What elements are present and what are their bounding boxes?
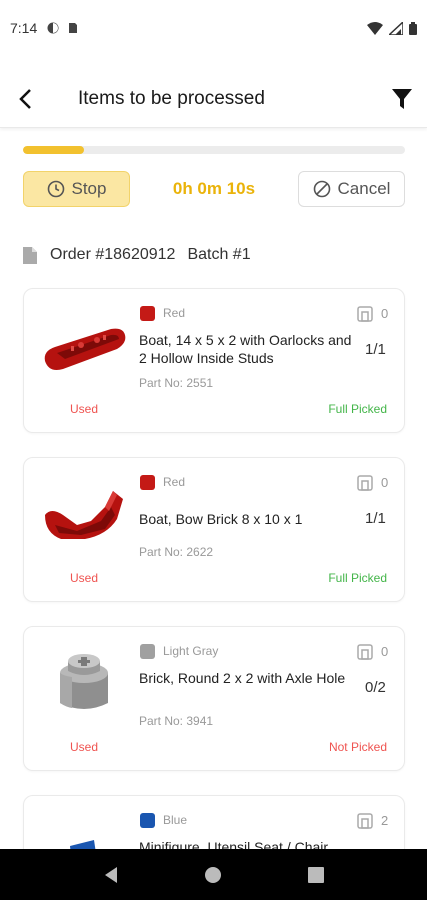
page-title: Items to be processed <box>78 87 265 109</box>
filter-button[interactable] <box>377 70 427 128</box>
nav-home-icon[interactable] <box>204 866 222 884</box>
part-image <box>36 649 132 719</box>
batch-number: Batch #1 <box>187 246 251 263</box>
storage-bin-icon <box>357 644 373 660</box>
block-icon <box>313 180 330 198</box>
stop-button[interactable]: Stop <box>23 171 130 207</box>
system-nav-bar <box>0 849 427 900</box>
progress-fill <box>23 146 85 154</box>
part-number: Part No: 3941 <box>139 714 214 728</box>
item-card[interactable]: Red Boat, 14 x 5 x 2 with Oarlocks and 2… <box>23 288 405 433</box>
color-swatch <box>140 306 155 321</box>
back-arrow-icon <box>19 88 31 109</box>
signal-icon <box>389 21 403 35</box>
item-card[interactable]: Light Gray Brick, Round 2 x 2 with Axle … <box>23 626 405 771</box>
progress-bar <box>23 146 405 154</box>
part-number: Part No: 2551 <box>139 376 214 390</box>
color-name: Light Gray <box>163 644 219 658</box>
condition-label: Used <box>70 740 99 754</box>
red-bow-brick-icon <box>45 491 123 539</box>
color-name: Red <box>163 475 186 489</box>
item-card[interactable]: Red Boat, Bow Brick 8 x 10 x 1 Part No: … <box>23 457 405 602</box>
storage-count: 2 <box>381 813 389 828</box>
stop-label: Stop <box>71 179 107 198</box>
storage-count: 0 <box>381 644 389 659</box>
document-icon <box>23 246 37 264</box>
item-name: Boat, Bow Brick 8 x 10 x 1 <box>139 511 303 527</box>
sim-card-icon <box>69 23 78 33</box>
filter-icon <box>392 88 412 109</box>
color-swatch <box>140 475 155 490</box>
gray-round-brick-icon <box>60 654 108 709</box>
storage-bin-icon <box>357 306 373 322</box>
order-info: Order #18620912 Batch #1 <box>23 242 251 268</box>
red-boat-hull-icon <box>44 328 126 370</box>
app-bar: Items to be processed <box>0 70 427 128</box>
condition-label: Used <box>70 402 99 416</box>
storage-bin-icon <box>357 475 373 491</box>
picked-quantity: 0/2 <box>365 679 386 696</box>
item-name: Boat, 14 x 5 x 2 with Oarlocks and 2 Hol… <box>139 332 352 366</box>
wifi-icon <box>367 21 383 35</box>
battery-icon <box>409 21 417 35</box>
picked-quantity: 1/1 <box>365 510 386 527</box>
condition-label: Used <box>70 571 99 585</box>
clock-icon <box>47 180 64 198</box>
status-bar: 7:14 <box>0 0 427 56</box>
nav-recents-icon[interactable] <box>308 866 325 883</box>
pick-status: Full Picked <box>328 402 387 416</box>
part-image <box>36 480 132 550</box>
storage-count: 0 <box>381 306 389 321</box>
pick-status: Not Picked <box>328 740 387 754</box>
elapsed-timer: 0h 0m 10s <box>172 179 256 198</box>
nav-back-icon[interactable] <box>103 866 119 884</box>
part-image <box>36 311 132 381</box>
color-name: Blue <box>163 813 188 827</box>
color-name: Red <box>163 306 186 320</box>
storage-count: 0 <box>381 475 389 490</box>
part-number: Part No: 2622 <box>139 545 214 559</box>
item-name: Brick, Round 2 x 2 with Axle Hole <box>139 670 346 686</box>
status-time: 7:14 <box>10 20 38 36</box>
color-swatch <box>140 644 155 659</box>
color-swatch <box>140 813 155 828</box>
data-saver-icon <box>47 22 59 34</box>
order-number: Order #18620912 <box>50 246 176 263</box>
picked-quantity: 1/1 <box>365 341 386 358</box>
cancel-button[interactable]: Cancel <box>298 171 405 207</box>
pick-status: Full Picked <box>328 571 387 585</box>
cancel-label: Cancel <box>337 179 391 198</box>
storage-bin-icon <box>357 813 373 829</box>
back-button[interactable] <box>0 70 50 128</box>
